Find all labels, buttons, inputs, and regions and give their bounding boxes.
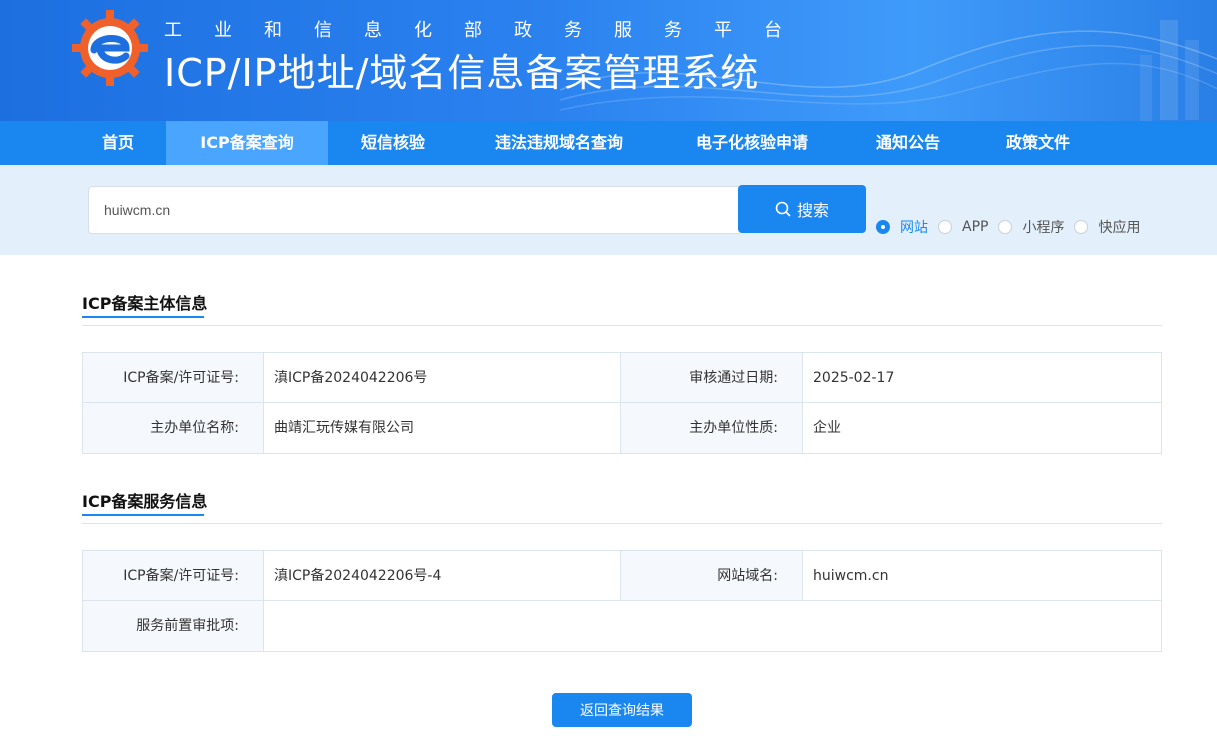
nav-item-home[interactable]: 首页 bbox=[80, 121, 156, 165]
nav-item-icp-query[interactable]: ICP备案查询 bbox=[166, 121, 328, 165]
subtitle-char: 信 bbox=[314, 20, 334, 41]
subtitle-char: 和 bbox=[264, 20, 284, 41]
subtitle-char: 服 bbox=[614, 20, 634, 41]
subject-section-title: ICP备案主体信息 bbox=[82, 294, 208, 313]
service-section-title: ICP备案服务信息 bbox=[82, 492, 208, 511]
license-no-label: ICP备案/许可证号: bbox=[83, 353, 264, 402]
search-band: 搜索 网站 APP 小程序 快应用 bbox=[0, 165, 1217, 255]
site-header: 工 业 和 信 息 化 部 政 务 服 务 平 台 ICP/IP地址/域名信息备… bbox=[0, 0, 1217, 121]
radio-dot bbox=[938, 220, 952, 234]
search-button[interactable]: 搜索 bbox=[738, 185, 866, 233]
subtitle-char: 政 bbox=[514, 20, 534, 41]
section-underline bbox=[82, 514, 204, 516]
service-info-table: ICP备案/许可证号: 滇ICP备2024042206号-4 网站域名: hui… bbox=[82, 550, 1162, 652]
radio-label: 网站 bbox=[900, 220, 928, 236]
nav-item-policy-docs[interactable]: 政策文件 bbox=[978, 121, 1098, 165]
page-title: ICP/IP地址/域名信息备案管理系统 bbox=[164, 51, 760, 95]
radio-website[interactable]: 网站 bbox=[876, 217, 928, 237]
website-domain-value: huiwcm.cn bbox=[803, 551, 1161, 600]
subtitle-char: 台 bbox=[764, 20, 784, 41]
search-type-group: 网站 APP 小程序 快应用 bbox=[876, 217, 1140, 237]
search-input[interactable] bbox=[88, 186, 740, 234]
subtitle-char: 平 bbox=[714, 20, 734, 41]
radio-label: APP bbox=[962, 219, 989, 235]
subtitle-char: 部 bbox=[464, 20, 484, 41]
license-no-value: 滇ICP备2024042206号 bbox=[264, 353, 621, 402]
approval-date-value: 2025-02-17 bbox=[803, 353, 1161, 402]
radio-dot bbox=[1074, 220, 1089, 234]
miit-gear-logo-icon bbox=[72, 10, 148, 86]
radio-quick-app[interactable]: 快应用 bbox=[1074, 217, 1140, 237]
radio-dot bbox=[998, 220, 1013, 234]
website-domain-label: 网站域名: bbox=[621, 551, 803, 600]
nav-item-notices[interactable]: 通知公告 bbox=[848, 121, 968, 165]
main-nav: 首页 ICP备案查询 短信核验 违法违规域名查询 电子化核验申请 通知公告 政策… bbox=[0, 121, 1217, 165]
approval-date-label: 审核通过日期: bbox=[621, 353, 803, 402]
subtitle-char: 务 bbox=[564, 20, 584, 41]
nav-item-illegal-domain-query[interactable]: 违法违规域名查询 bbox=[462, 121, 656, 165]
pre-approval-value bbox=[264, 601, 1161, 651]
table-row: ICP备案/许可证号: 滇ICP备2024042206号-4 网站域名: hui… bbox=[83, 551, 1161, 601]
service-license-no-label: ICP备案/许可证号: bbox=[83, 551, 264, 600]
search-icon bbox=[775, 201, 791, 217]
radio-dot bbox=[876, 220, 890, 234]
search-button-label: 搜索 bbox=[796, 201, 829, 220]
subtitle-char: 息 bbox=[364, 20, 384, 41]
subtitle-char: 业 bbox=[214, 20, 234, 41]
section-underline bbox=[82, 316, 204, 318]
radio-app[interactable]: APP bbox=[938, 219, 988, 235]
subtitle-char: 务 bbox=[664, 20, 684, 41]
nav-item-electronic-verify[interactable]: 电子化核验申请 bbox=[668, 121, 836, 165]
organizer-name-label: 主办单位名称: bbox=[83, 403, 264, 453]
section-divider bbox=[82, 523, 1162, 524]
organizer-type-label: 主办单位性质: bbox=[621, 403, 803, 453]
table-row: 主办单位名称: 曲靖汇玩传媒有限公司 主办单位性质: 企业 bbox=[83, 403, 1161, 453]
table-row: ICP备案/许可证号: 滇ICP备2024042206号 审核通过日期: 202… bbox=[83, 353, 1161, 403]
radio-mini-program[interactable]: 小程序 bbox=[998, 217, 1064, 237]
radio-label: 快应用 bbox=[1098, 220, 1141, 236]
table-row: 服务前置审批项: bbox=[83, 601, 1161, 651]
organizer-type-value: 企业 bbox=[803, 403, 1161, 453]
radio-label: 小程序 bbox=[1022, 220, 1065, 236]
back-to-results-button[interactable]: 返回查询结果 bbox=[552, 693, 692, 727]
organizer-name-value: 曲靖汇玩传媒有限公司 bbox=[264, 403, 621, 453]
service-license-no-value: 滇ICP备2024042206号-4 bbox=[264, 551, 621, 600]
nav-item-sms-verify[interactable]: 短信核验 bbox=[338, 121, 448, 165]
subtitle-char: 工 bbox=[164, 20, 184, 41]
section-divider bbox=[82, 325, 1162, 326]
pre-approval-label: 服务前置审批项: bbox=[83, 601, 264, 651]
subtitle-char: 化 bbox=[414, 20, 434, 41]
header-subtitle: 工 业 和 信 息 化 部 政 务 服 务 平 台 bbox=[164, 16, 784, 42]
subject-info-table: ICP备案/许可证号: 滇ICP备2024042206号 审核通过日期: 202… bbox=[82, 352, 1162, 454]
